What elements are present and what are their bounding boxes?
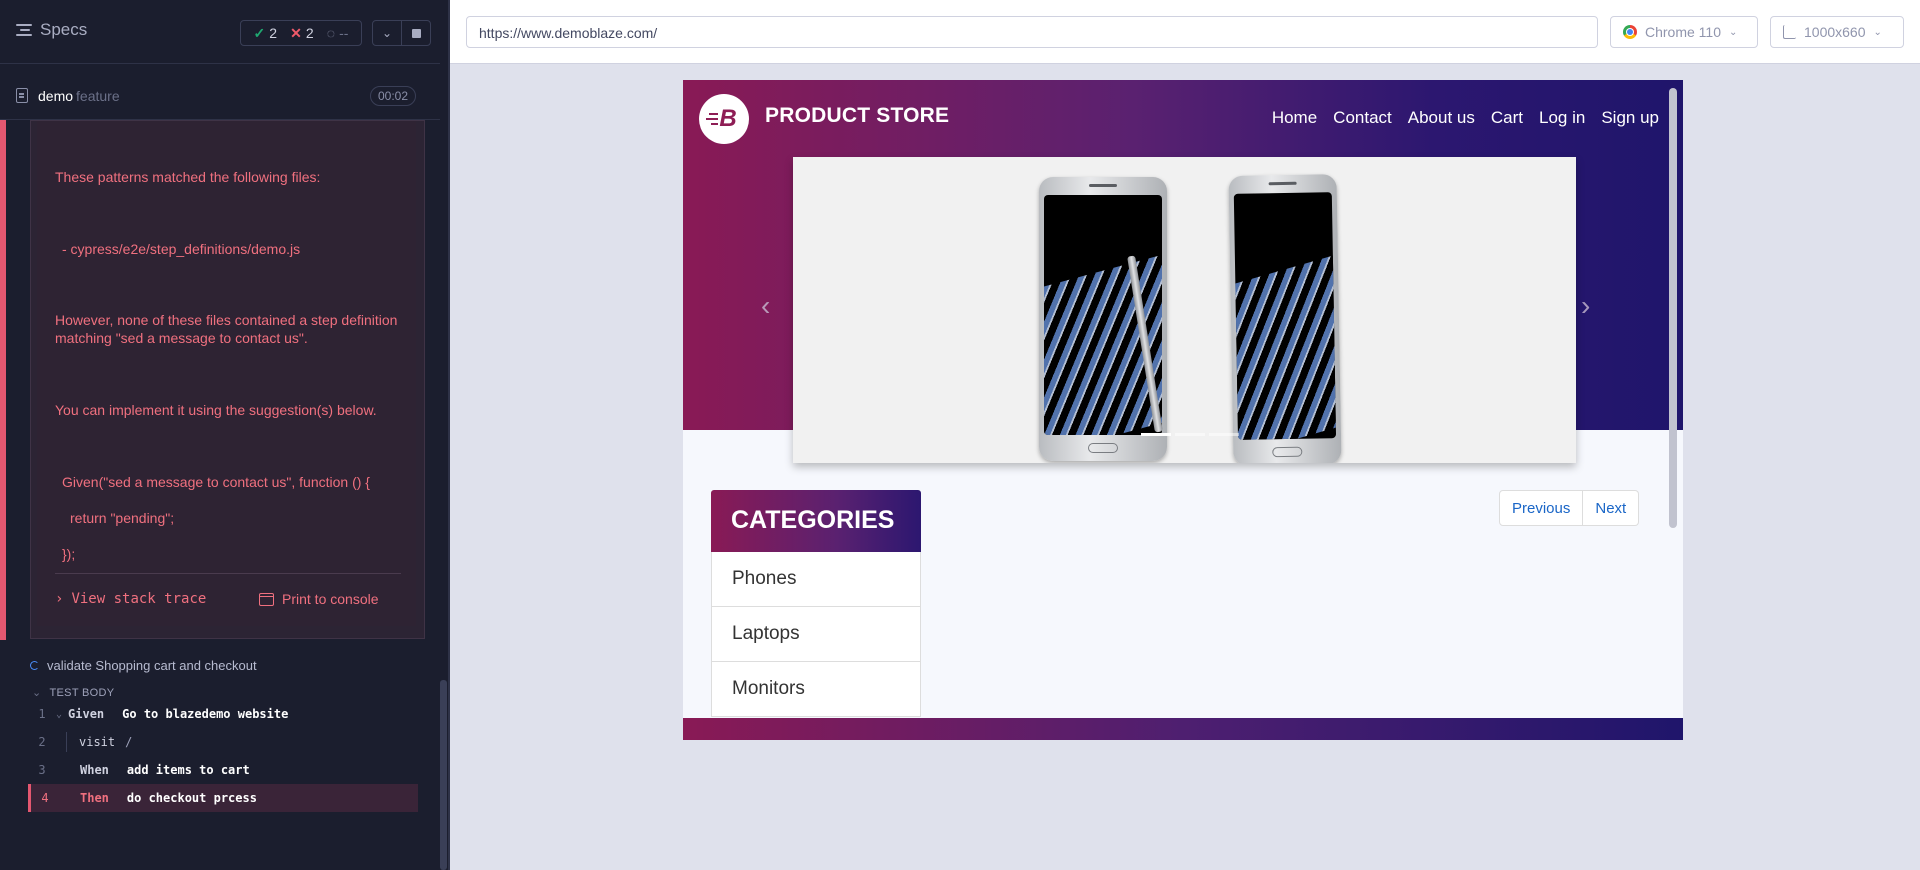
- viewport-selector[interactable]: 1000x660 ⌄: [1770, 16, 1904, 48]
- command-log: 1 ⌄ Given Go to blazedemo website 2 visi…: [28, 700, 418, 812]
- spec-file-header[interactable]: demo feature 00:02: [0, 72, 440, 120]
- specs-button[interactable]: Specs: [16, 20, 87, 40]
- brand-name[interactable]: PRODUCT STORE: [765, 104, 949, 128]
- error-card: These patterns matched the following fil…: [30, 120, 425, 639]
- pagination: Previous Next: [1499, 490, 1640, 526]
- nav-contact[interactable]: Contact: [1333, 108, 1392, 128]
- error-line: - cypress/e2e/step_definitions/demo.js: [62, 241, 301, 257]
- categories-list: CATEGORIES Phones Laptops Monitors: [711, 490, 921, 717]
- error-line: These patterns matched the following fil…: [55, 169, 321, 185]
- aut-iframe: B PRODUCT STORE Home Contact About us Ca…: [683, 80, 1683, 740]
- stop-icon: [411, 28, 421, 38]
- passed-count: ✓ 2: [253, 24, 278, 42]
- error-message: These patterns matched the following fil…: [37, 121, 416, 626]
- pending-icon: ◌: [326, 25, 336, 41]
- spec-duration: 00:02: [369, 86, 416, 106]
- product-carousel[interactable]: [793, 157, 1576, 463]
- carousel-prev-icon[interactable]: ‹: [761, 290, 770, 322]
- check-icon: ✓: [253, 24, 266, 41]
- spec-file-name: demo: [38, 87, 74, 104]
- error-line: However, none of these files contained a…: [55, 312, 398, 346]
- next-button[interactable]: Next: [1583, 490, 1640, 526]
- error-line: });: [62, 546, 76, 562]
- error-line: return "pending";: [70, 510, 175, 526]
- reporter-scrollbar[interactable]: [440, 680, 447, 870]
- category-phones[interactable]: Phones: [711, 552, 921, 607]
- nav-about-us[interactable]: About us: [1408, 108, 1475, 128]
- carousel-indicator[interactable]: [1175, 433, 1205, 436]
- specs-label: Specs: [40, 20, 88, 39]
- command-row[interactable]: 3 When add items to cart: [28, 756, 418, 784]
- phone-image: [1039, 177, 1167, 461]
- chevron-down-icon: ⌄: [56, 708, 63, 720]
- view-stack-trace-button[interactable]: › View stack trace: [55, 591, 206, 607]
- aut-scrollbar[interactable]: [1669, 88, 1677, 528]
- error-line: You can implement it using the suggestio…: [55, 402, 377, 418]
- phone-image: [1228, 174, 1342, 463]
- x-icon: ✕: [290, 24, 302, 41]
- aut-header: https://www.demoblaze.com/ Chrome 110 ⌄ …: [450, 0, 1920, 64]
- viewport-icon: [1783, 25, 1796, 39]
- nav-home[interactable]: Home: [1272, 108, 1317, 128]
- file-icon: [16, 88, 28, 103]
- carousel-indicator[interactable]: [1141, 433, 1171, 436]
- main-nav: Home Contact About us Cart Log in Sign u…: [1272, 108, 1659, 128]
- stop-button[interactable]: [401, 20, 431, 46]
- chevron-down-icon: ⌄: [32, 687, 42, 699]
- previous-button[interactable]: Previous: [1499, 490, 1584, 526]
- browser-selector[interactable]: Chrome 110 ⌄: [1610, 16, 1758, 48]
- category-laptops[interactable]: Laptops: [711, 607, 921, 662]
- chevron-down-icon: ⌄: [1729, 26, 1738, 38]
- console-icon: [259, 592, 274, 606]
- error-divider: [55, 573, 401, 574]
- failed-test: These patterns matched the following fil…: [0, 120, 425, 640]
- chevron-right-icon: ›: [55, 591, 64, 607]
- store-logo[interactable]: B: [699, 94, 749, 144]
- nav-log-in[interactable]: Log in: [1539, 108, 1585, 128]
- nav-cart[interactable]: Cart: [1491, 108, 1523, 128]
- reporter-panel: Specs ✓ 2 ✕ 2 ◌ -- ⌄ demo feature 00:02 The…: [0, 0, 440, 870]
- categories-title[interactable]: CATEGORIES: [711, 490, 921, 552]
- category-monitors[interactable]: Monitors: [711, 662, 921, 717]
- nav-sign-up[interactable]: Sign up: [1601, 108, 1659, 128]
- test-title[interactable]: validate Shopping cart and checkout: [30, 658, 257, 673]
- failed-count: ✕ 2: [290, 24, 314, 42]
- carousel-indicator[interactable]: [1209, 433, 1239, 436]
- footer-strip: [683, 718, 1683, 740]
- chevron-down-icon: ⌄: [1873, 26, 1882, 38]
- command-row[interactable]: 2 visit /: [28, 728, 418, 756]
- url-field[interactable]: https://www.demoblaze.com/: [466, 16, 1598, 48]
- command-row[interactable]: 1 ⌄ Given Go to blazedemo website: [28, 700, 418, 728]
- logo-speed-lines: [706, 113, 718, 125]
- chrome-icon: [1623, 25, 1637, 39]
- spec-file-ext: feature: [76, 87, 120, 104]
- carousel-indicators: [1141, 433, 1239, 436]
- test-stats: ✓ 2 ✕ 2 ◌ --: [240, 20, 362, 46]
- app-under-test: https://www.demoblaze.com/ Chrome 110 ⌄ …: [450, 0, 1920, 870]
- running-icon: [30, 661, 39, 670]
- command-row-failed[interactable]: 4 Then do checkout prcess: [28, 784, 418, 812]
- test-body-header[interactable]: ⌄ TEST BODY: [32, 686, 114, 700]
- error-line: Given("sed a message to contact us", fun…: [62, 474, 370, 490]
- print-to-console-button[interactable]: Print to console: [259, 591, 379, 607]
- specs-icon: [16, 23, 32, 37]
- carousel-next-icon[interactable]: ›: [1581, 290, 1590, 322]
- chevron-down-icon[interactable]: ⌄: [372, 20, 402, 46]
- pending-count: ◌ --: [326, 25, 349, 41]
- reporter-header: Specs ✓ 2 ✕ 2 ◌ -- ⌄: [0, 0, 440, 64]
